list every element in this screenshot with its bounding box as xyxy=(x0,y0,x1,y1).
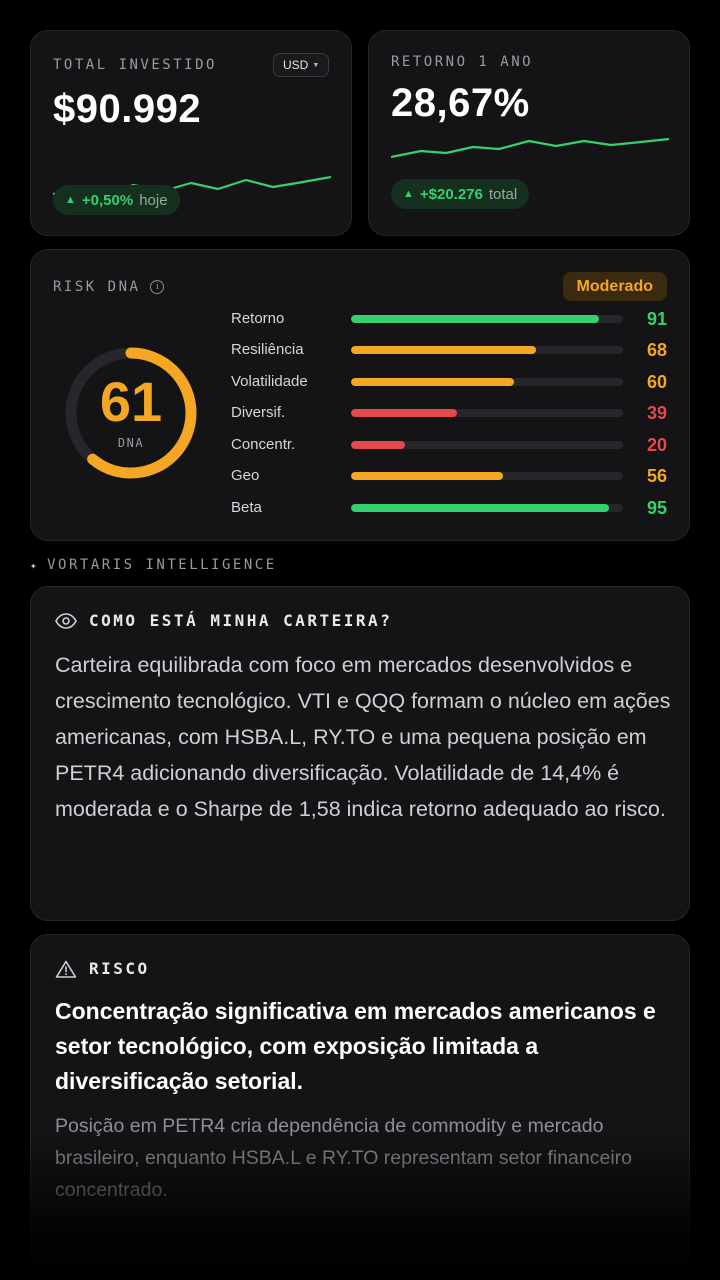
risk-insight-title: RISCO xyxy=(89,959,150,978)
metric-bar-fill xyxy=(351,346,536,354)
metric-bar-track xyxy=(351,472,623,480)
portfolio-insight-card[interactable]: COMO ESTÁ MINHA CARTEIRA? Carteira equil… xyxy=(30,586,690,921)
currency-selector[interactable]: USD ▼ xyxy=(273,53,330,77)
metric-row-concentracao: Concentr. 20 xyxy=(231,434,671,456)
eye-icon xyxy=(55,612,77,629)
metric-row-retorno: Retorno 91 xyxy=(231,308,671,330)
daily-change-value: +0,50% xyxy=(81,191,134,209)
metric-bar-fill xyxy=(351,472,504,480)
metric-bar-fill xyxy=(351,409,458,417)
metric-value: 39 xyxy=(646,403,667,423)
risk-insight-header: RISCO xyxy=(55,959,150,978)
metric-value: 60 xyxy=(646,372,667,392)
metric-bar-track xyxy=(351,504,623,512)
info-icon[interactable]: i xyxy=(150,280,165,294)
total-change-value: +$20.276 xyxy=(419,185,483,203)
metric-row-resiliencia: Resiliência 68 xyxy=(231,339,671,361)
insight-body: Carteira equilibrada com foco em mercado… xyxy=(55,653,671,821)
metric-bar-fill xyxy=(351,441,406,449)
intelligence-section-title: VORTARIS INTELLIGENCE xyxy=(47,557,277,573)
annual-return-value: 28,67% xyxy=(391,81,530,125)
arrow-up-icon: ▲ xyxy=(403,188,414,200)
metric-bar-fill xyxy=(351,378,515,386)
risk-dna-header: RISK DNA i xyxy=(53,279,165,295)
metric-label: Geo xyxy=(231,467,260,484)
metric-label: Concentr. xyxy=(231,436,296,453)
metric-bar-track xyxy=(351,378,623,386)
daily-change-suffix: hoje xyxy=(139,191,168,209)
metric-bar-fill xyxy=(351,315,599,323)
arrow-up-icon: ▲ xyxy=(65,194,76,206)
total-invested-card: TOTAL INVESTIDO USD ▼ $90.992 ▲ +0,50% h… xyxy=(30,30,352,236)
total-invested-value: $90.992 xyxy=(53,87,202,131)
metric-value: 20 xyxy=(646,435,667,455)
daily-change-badge: ▲ +0,50% hoje xyxy=(53,185,180,215)
metric-value: 95 xyxy=(646,498,667,518)
metric-value: 56 xyxy=(646,466,667,486)
insight-title: COMO ESTÁ MINHA CARTEIRA? xyxy=(89,611,393,630)
risk-dna-label: RISK DNA xyxy=(53,279,141,295)
total-change-badge: ▲ +$20.276 total xyxy=(391,179,530,209)
annual-return-label: RETORNO 1 ANO xyxy=(391,54,534,70)
risk-insight-card[interactable]: RISCO Concentração significativa em merc… xyxy=(30,934,690,1280)
sparkle-icon: ✦ xyxy=(30,558,40,572)
risk-insight-headline: Concentração significativa em mercados a… xyxy=(55,998,656,1094)
risk-insight-body: Posição em PETR4 cria dependência de com… xyxy=(55,1115,633,1201)
metric-row-geo: Geo 56 xyxy=(231,465,671,487)
annual-return-card: RETORNO 1 ANO 28,67% ▲ +$20.276 total xyxy=(368,30,690,236)
metric-row-beta: Beta 95 xyxy=(231,497,671,519)
metric-row-diversificacao: Diversif. 39 xyxy=(231,402,671,424)
insight-header: COMO ESTÁ MINHA CARTEIRA? xyxy=(55,611,392,630)
risk-dna-card: RISK DNA i Moderado 61 DNA Retorno 91 Re… xyxy=(30,249,690,541)
metric-value: 68 xyxy=(646,340,667,360)
metric-value: 91 xyxy=(646,309,667,329)
chevron-down-icon: ▼ xyxy=(312,61,320,69)
metric-bar-track xyxy=(351,315,623,323)
metric-label: Diversif. xyxy=(231,404,286,421)
metric-bar-track xyxy=(351,409,623,417)
total-invested-label: TOTAL INVESTIDO xyxy=(53,57,217,73)
dna-score-label: DNA xyxy=(117,436,145,450)
intelligence-section-header: ✦ VORTARIS INTELLIGENCE xyxy=(30,557,277,573)
metric-row-volatilidade: Volatilidade 60 xyxy=(231,371,671,393)
metric-bar-track xyxy=(351,346,623,354)
total-change-suffix: total xyxy=(488,185,518,203)
metric-bar-fill xyxy=(351,504,610,512)
currency-label: USD xyxy=(283,58,309,72)
metric-label: Resiliência xyxy=(231,341,304,358)
warning-icon xyxy=(55,960,77,978)
risk-level-badge: Moderado xyxy=(562,272,667,301)
dna-score-value: 61 xyxy=(99,370,163,433)
metric-label: Volatilidade xyxy=(231,373,308,390)
metric-label: Retorno xyxy=(231,310,285,327)
return-sparkline xyxy=(391,137,669,159)
metric-bar-track xyxy=(351,441,623,449)
metric-label: Beta xyxy=(231,499,262,516)
